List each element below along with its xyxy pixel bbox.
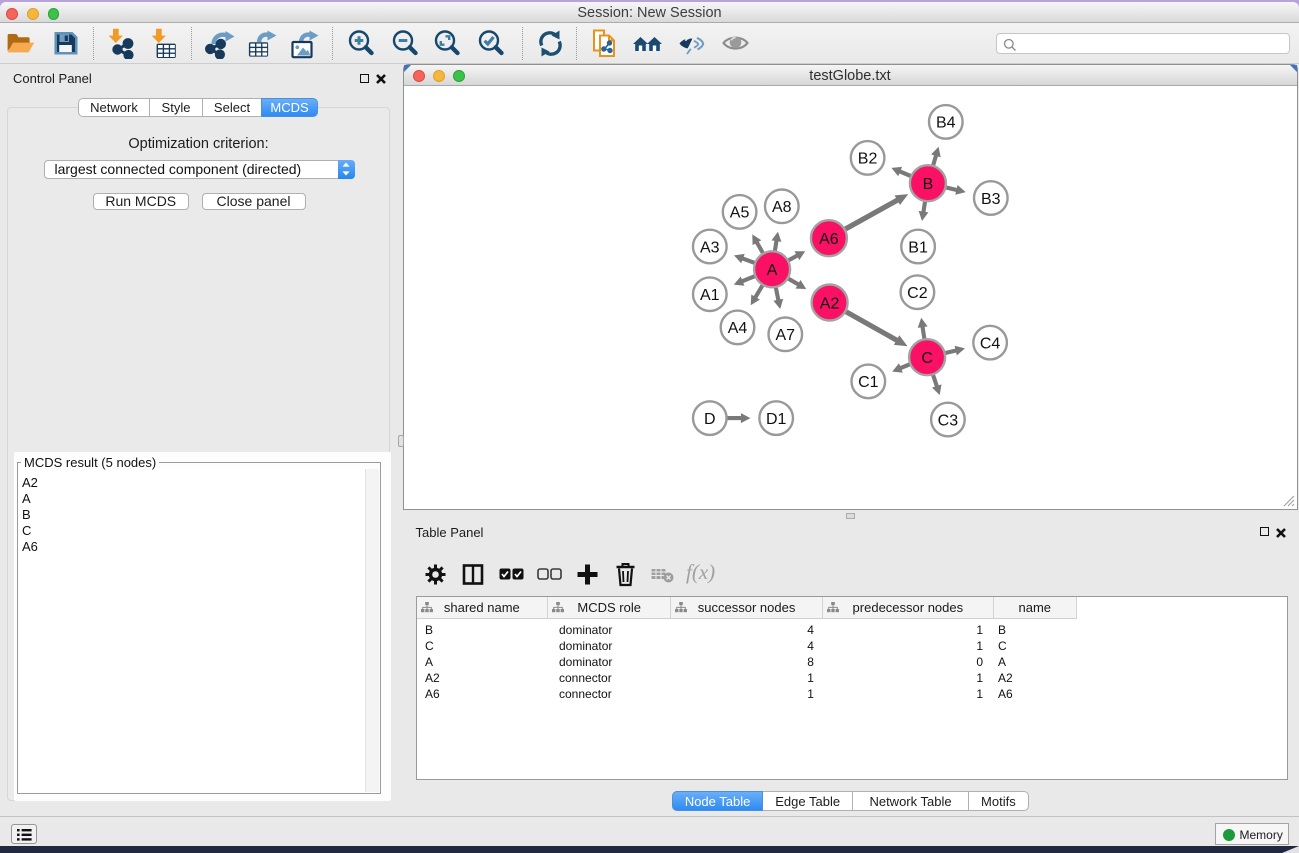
svg-text:B1: B1 bbox=[908, 239, 928, 256]
svg-text:C2: C2 bbox=[907, 285, 928, 302]
svg-text:A1: A1 bbox=[700, 287, 720, 304]
svg-text:A5: A5 bbox=[729, 205, 749, 222]
svg-text:C: C bbox=[921, 350, 933, 367]
svg-text:A2: A2 bbox=[819, 295, 839, 312]
svg-text:B: B bbox=[922, 176, 933, 193]
svg-text:C4: C4 bbox=[979, 335, 1000, 352]
svg-text:B3: B3 bbox=[981, 191, 1001, 208]
svg-text:D: D bbox=[704, 411, 716, 428]
svg-text:A3: A3 bbox=[700, 239, 720, 256]
svg-text:B4: B4 bbox=[936, 115, 956, 132]
svg-text:A7: A7 bbox=[775, 327, 795, 344]
svg-text:A6: A6 bbox=[819, 231, 839, 248]
svg-text:A: A bbox=[766, 262, 777, 279]
svg-text:D1: D1 bbox=[765, 411, 786, 428]
svg-text:A8: A8 bbox=[772, 199, 792, 216]
svg-text:C3: C3 bbox=[937, 412, 958, 429]
svg-text:A4: A4 bbox=[727, 320, 747, 337]
svg-text:B2: B2 bbox=[857, 151, 877, 168]
svg-text:C1: C1 bbox=[858, 374, 879, 391]
